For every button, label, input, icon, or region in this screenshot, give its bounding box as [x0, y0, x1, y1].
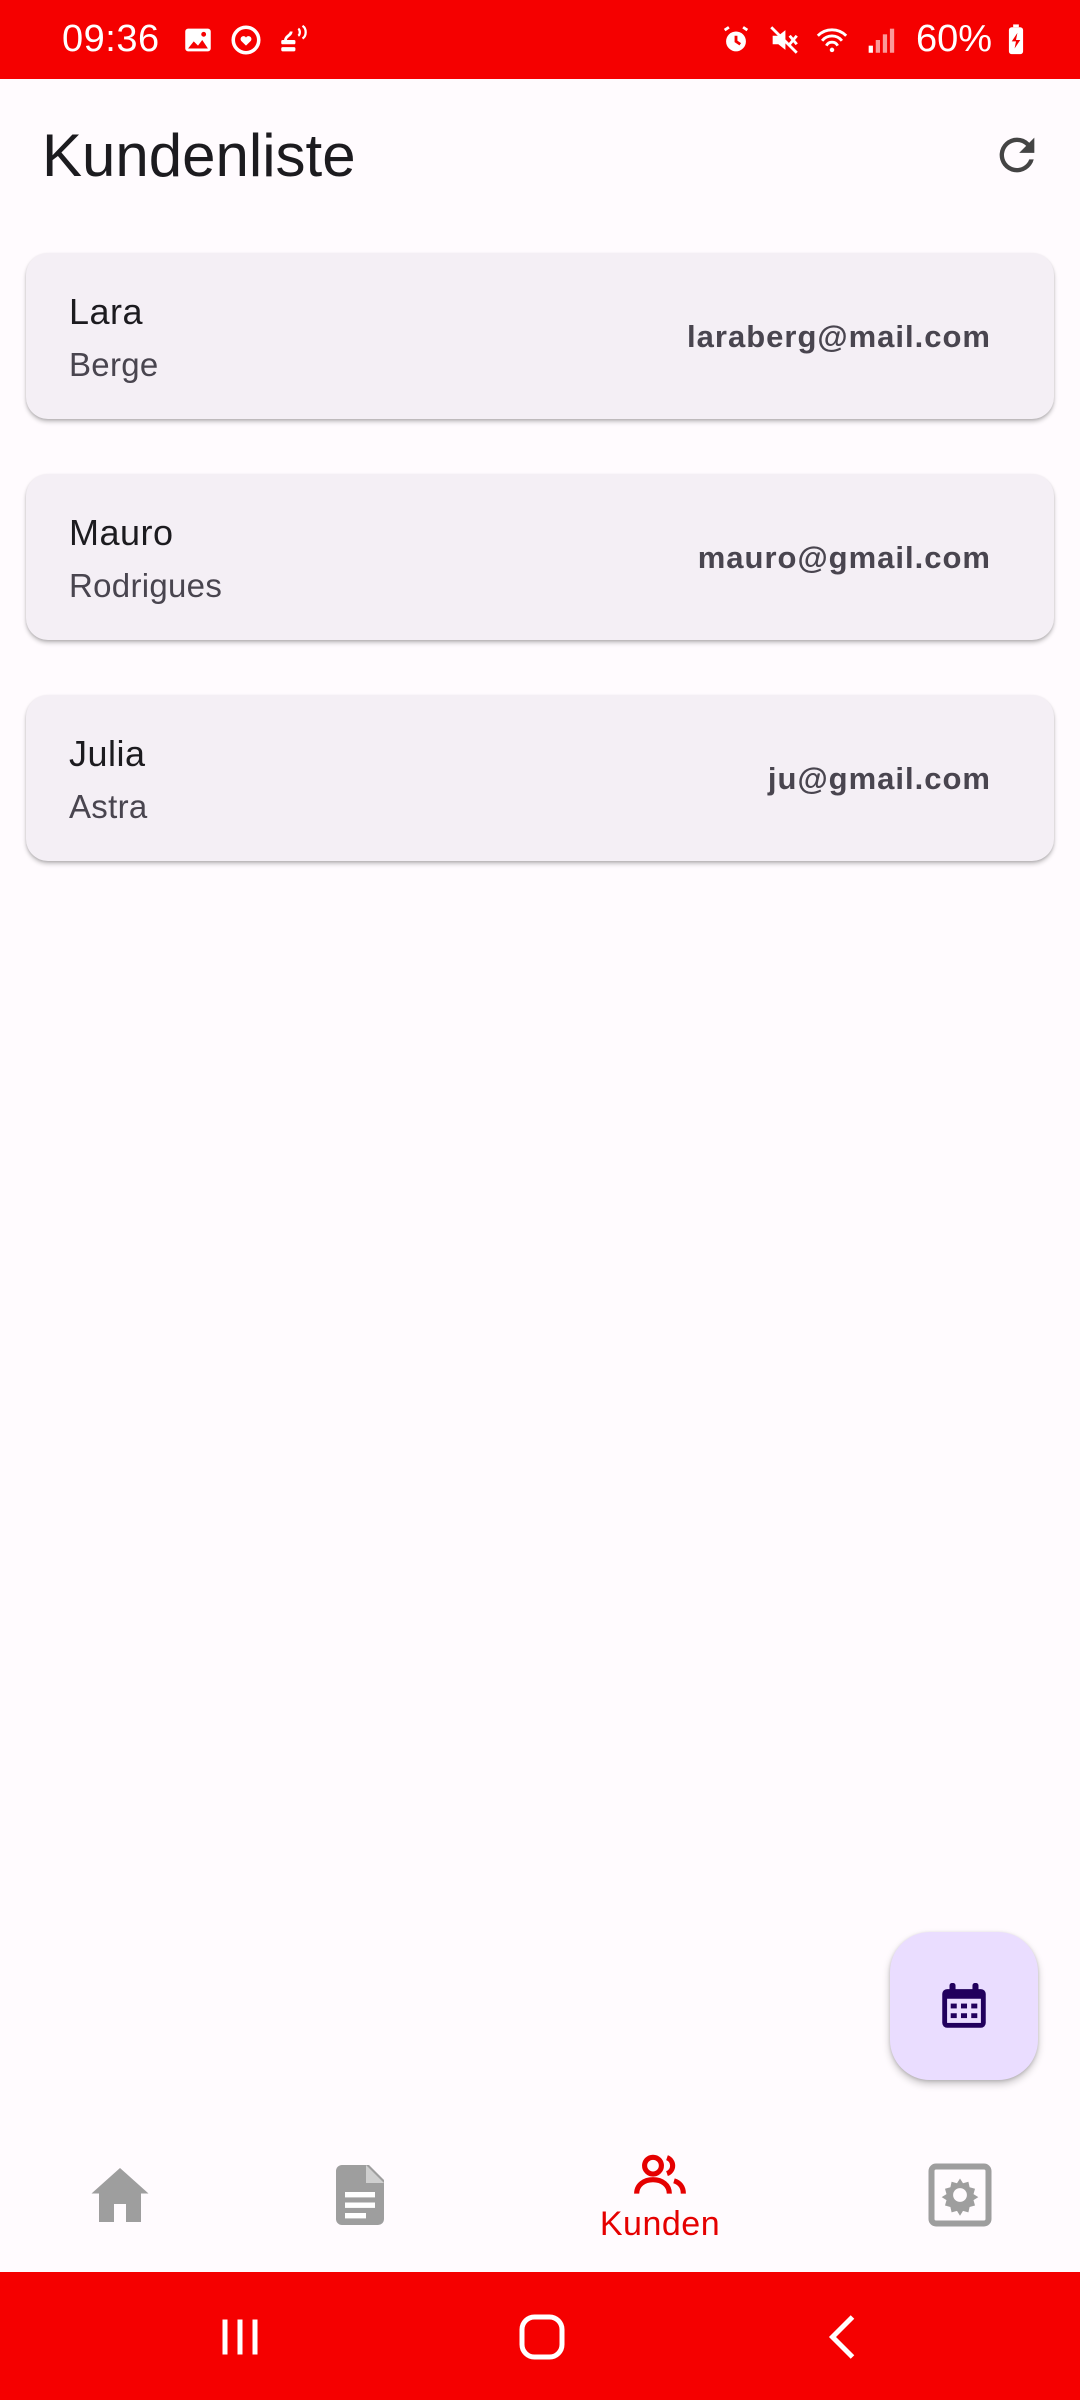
customer-first-name: Julia — [69, 733, 146, 774]
refresh-icon — [999, 137, 1035, 173]
people-icon — [634, 2154, 686, 2194]
battery-percentage: 60% — [915, 18, 992, 60]
nfc-payment-icon — [276, 22, 312, 58]
status-bar-right: 60% — [718, 18, 1046, 61]
customer-email: laraberg@mail.com — [687, 319, 991, 354]
bottom-navigation: Kunden — [0, 2118, 1080, 2272]
recent-apps-button[interactable] — [200, 2302, 280, 2372]
nav-item-kunden[interactable]: Kunden — [560, 2118, 760, 2272]
status-time: 09:36 — [62, 18, 160, 60]
customer-first-name: Lara — [69, 291, 144, 332]
nav-item-settings[interactable] — [900, 2118, 1020, 2272]
gallery-icon — [180, 22, 216, 58]
customer-card[interactable]: Lara Berge laraberg@mail.com — [26, 253, 1054, 419]
customer-first-name: Mauro — [69, 512, 174, 553]
customer-card[interactable]: Julia Astra ju@gmail.com — [26, 695, 1054, 861]
customer-card[interactable]: Mauro Rodrigues mauro@gmail.com — [26, 474, 1054, 640]
calendar-fab-button[interactable] — [890, 1932, 1038, 2080]
settings-icon — [928, 2163, 992, 2227]
back-button[interactable] — [805, 2302, 885, 2372]
recent-apps-icon — [222, 2319, 258, 2355]
home-system-button[interactable] — [502, 2302, 582, 2372]
home-button-icon — [519, 2314, 565, 2360]
customer-last-name: Rodrigues — [69, 567, 223, 604]
customer-email: mauro@gmail.com — [697, 540, 991, 575]
customer-last-name: Astra — [69, 788, 148, 825]
calendar-icon — [942, 1983, 986, 2028]
customer-email: ju@gmail.com — [767, 761, 991, 796]
back-icon — [828, 2315, 855, 2359]
nav-item-home[interactable] — [60, 2118, 180, 2272]
signal-icon — [862, 22, 898, 58]
page-title: Kundenliste — [42, 122, 356, 189]
wifi-icon — [814, 22, 850, 58]
nav-item-documents[interactable] — [300, 2118, 420, 2272]
alarm-icon — [718, 22, 754, 58]
status-bar: 09:36 60% — [0, 0, 1080, 79]
nav-label-kunden: Kunden — [599, 2204, 721, 2243]
battery-icon — [998, 22, 1034, 58]
status-bar-left: 09:36 — [62, 18, 324, 61]
app-header: Kundenliste — [0, 79, 1080, 229]
home-icon — [91, 2168, 149, 2222]
document-icon — [336, 2165, 384, 2225]
customer-list: Lara Berge laraberg@mail.com Mauro Rodri… — [26, 253, 1054, 916]
heart-sync-icon — [228, 22, 264, 58]
customer-last-name: Berge — [69, 346, 159, 383]
mute-icon — [766, 22, 802, 58]
refresh-button[interactable] — [985, 123, 1049, 187]
system-navigation-bar — [0, 2272, 1080, 2400]
